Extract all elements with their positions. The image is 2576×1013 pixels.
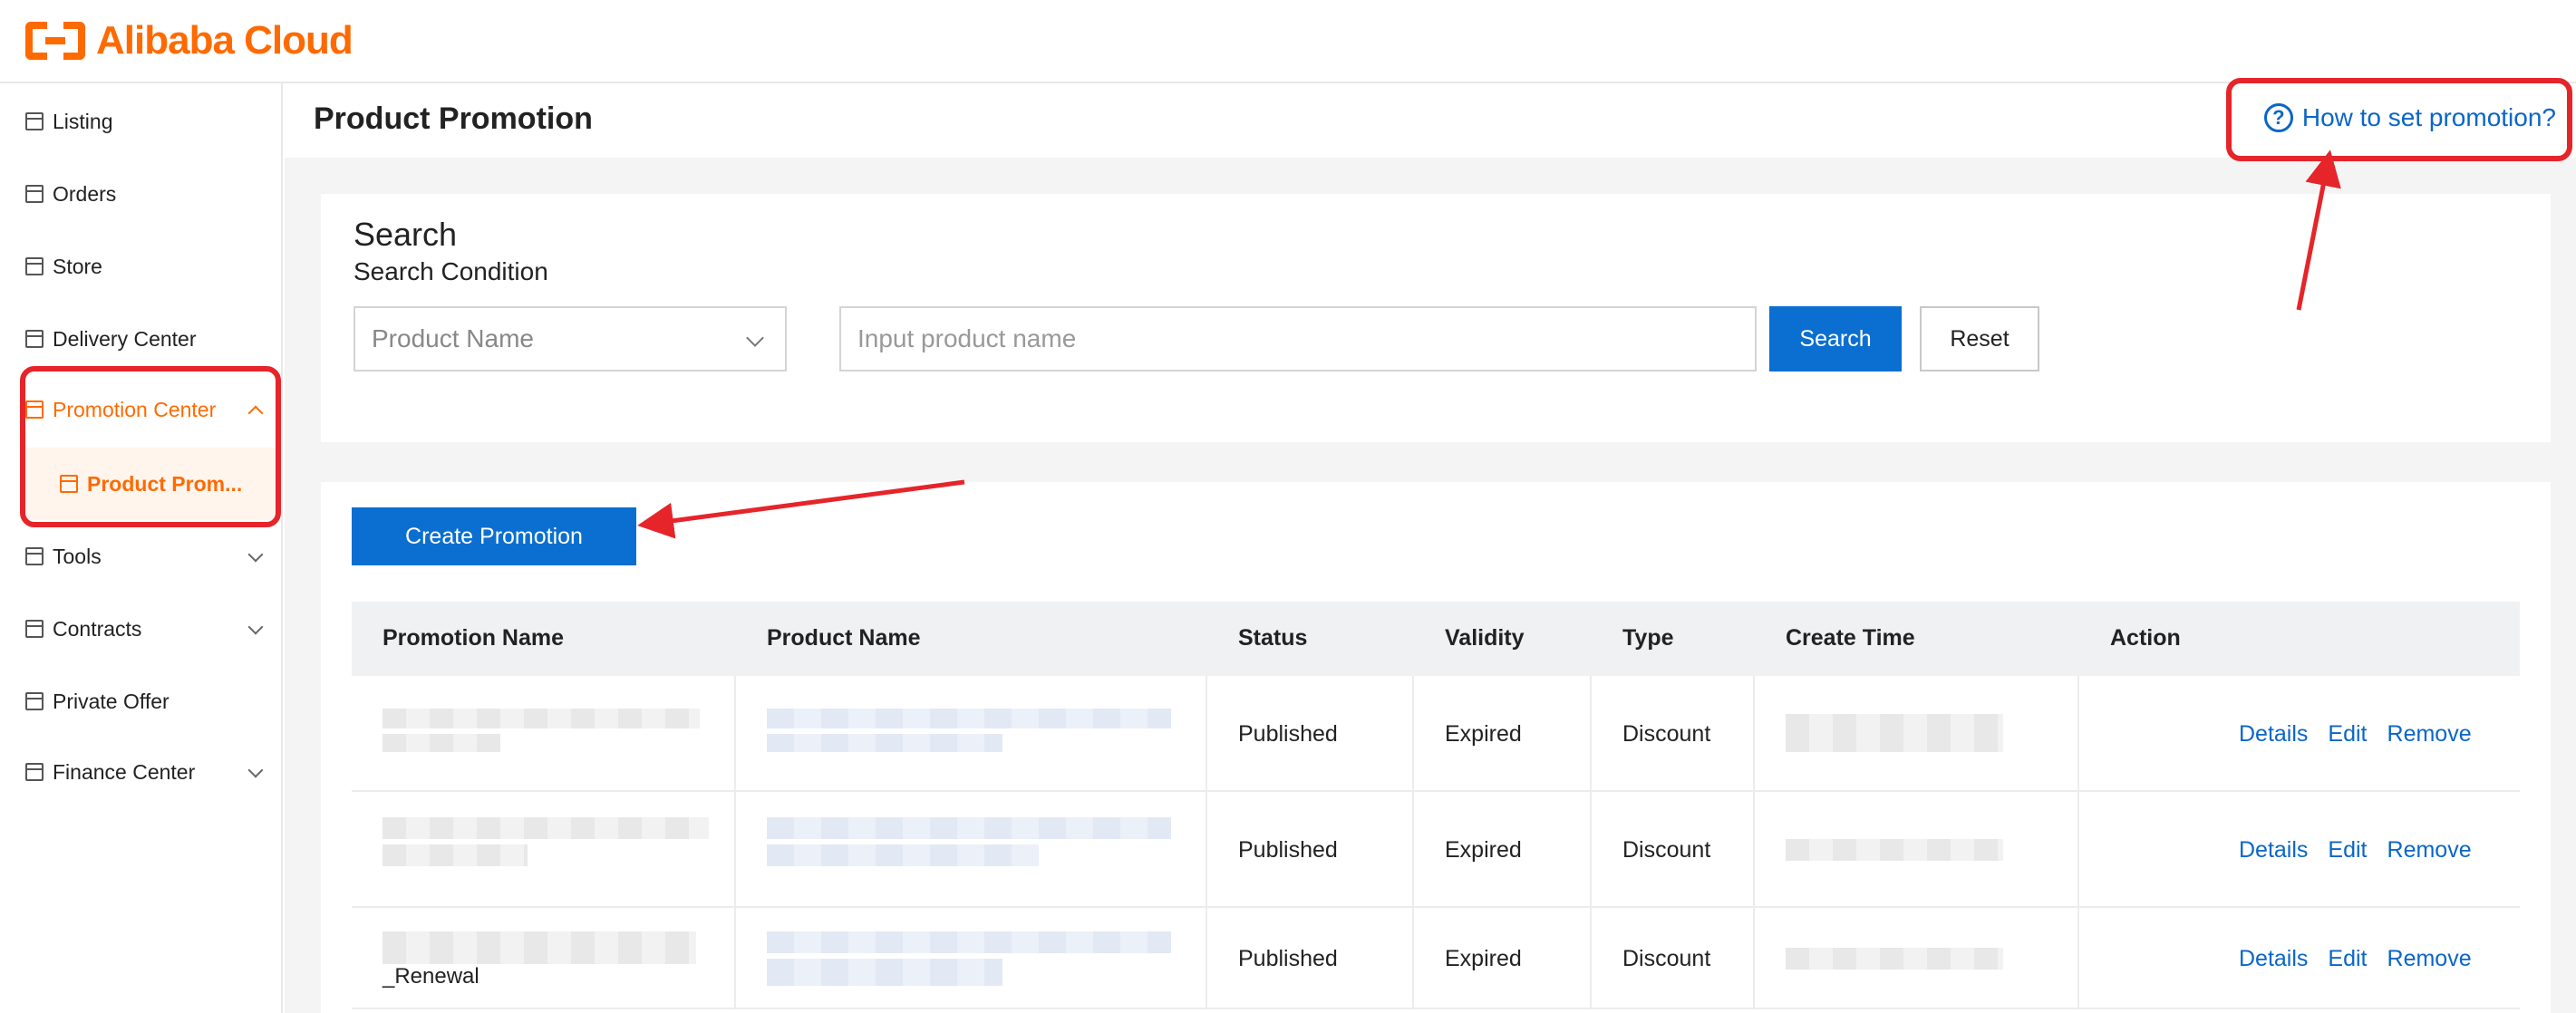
arrow-to-create-promotion xyxy=(637,479,965,539)
annotation-arrows xyxy=(637,150,2341,539)
arrow-to-help-link xyxy=(2296,150,2341,311)
